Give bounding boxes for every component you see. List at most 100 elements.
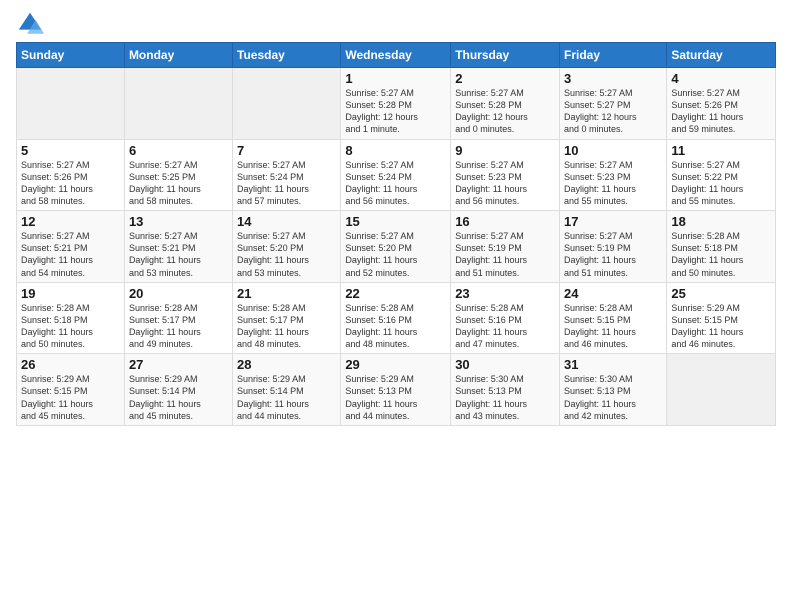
calendar-cell <box>124 68 232 140</box>
day-number: 3 <box>564 71 662 86</box>
day-info: Sunrise: 5:28 AM Sunset: 5:17 PM Dayligh… <box>237 302 336 351</box>
day-info: Sunrise: 5:27 AM Sunset: 5:23 PM Dayligh… <box>564 159 662 208</box>
calendar-cell: 12Sunrise: 5:27 AM Sunset: 5:21 PM Dayli… <box>17 211 125 283</box>
day-number: 19 <box>21 286 120 301</box>
calendar-cell: 26Sunrise: 5:29 AM Sunset: 5:15 PM Dayli… <box>17 354 125 426</box>
day-number: 18 <box>671 214 771 229</box>
calendar-cell: 29Sunrise: 5:29 AM Sunset: 5:13 PM Dayli… <box>341 354 451 426</box>
calendar-cell: 13Sunrise: 5:27 AM Sunset: 5:21 PM Dayli… <box>124 211 232 283</box>
calendar-cell: 17Sunrise: 5:27 AM Sunset: 5:19 PM Dayli… <box>560 211 667 283</box>
calendar-cell: 16Sunrise: 5:27 AM Sunset: 5:19 PM Dayli… <box>451 211 560 283</box>
day-number: 7 <box>237 143 336 158</box>
day-info: Sunrise: 5:27 AM Sunset: 5:28 PM Dayligh… <box>455 87 555 136</box>
day-info: Sunrise: 5:27 AM Sunset: 5:21 PM Dayligh… <box>129 230 228 279</box>
day-number: 31 <box>564 357 662 372</box>
day-info: Sunrise: 5:30 AM Sunset: 5:13 PM Dayligh… <box>455 373 555 422</box>
weekday-header-friday: Friday <box>560 43 667 68</box>
day-info: Sunrise: 5:27 AM Sunset: 5:26 PM Dayligh… <box>671 87 771 136</box>
calendar-week-5: 26Sunrise: 5:29 AM Sunset: 5:15 PM Dayli… <box>17 354 776 426</box>
day-number: 28 <box>237 357 336 372</box>
day-number: 27 <box>129 357 228 372</box>
day-number: 16 <box>455 214 555 229</box>
weekday-header-thursday: Thursday <box>451 43 560 68</box>
day-info: Sunrise: 5:28 AM Sunset: 5:16 PM Dayligh… <box>345 302 446 351</box>
day-info: Sunrise: 5:27 AM Sunset: 5:24 PM Dayligh… <box>345 159 446 208</box>
calendar-cell: 3Sunrise: 5:27 AM Sunset: 5:27 PM Daylig… <box>560 68 667 140</box>
day-number: 20 <box>129 286 228 301</box>
calendar-cell: 5Sunrise: 5:27 AM Sunset: 5:26 PM Daylig… <box>17 139 125 211</box>
calendar-header-row: SundayMondayTuesdayWednesdayThursdayFrid… <box>17 43 776 68</box>
day-info: Sunrise: 5:29 AM Sunset: 5:15 PM Dayligh… <box>21 373 120 422</box>
calendar-week-2: 5Sunrise: 5:27 AM Sunset: 5:26 PM Daylig… <box>17 139 776 211</box>
calendar-cell: 15Sunrise: 5:27 AM Sunset: 5:20 PM Dayli… <box>341 211 451 283</box>
day-number: 23 <box>455 286 555 301</box>
day-info: Sunrise: 5:29 AM Sunset: 5:13 PM Dayligh… <box>345 373 446 422</box>
day-number: 9 <box>455 143 555 158</box>
calendar-cell: 9Sunrise: 5:27 AM Sunset: 5:23 PM Daylig… <box>451 139 560 211</box>
calendar-cell: 27Sunrise: 5:29 AM Sunset: 5:14 PM Dayli… <box>124 354 232 426</box>
calendar-cell: 14Sunrise: 5:27 AM Sunset: 5:20 PM Dayli… <box>233 211 341 283</box>
day-info: Sunrise: 5:28 AM Sunset: 5:18 PM Dayligh… <box>21 302 120 351</box>
logo <box>16 10 48 38</box>
day-info: Sunrise: 5:27 AM Sunset: 5:21 PM Dayligh… <box>21 230 120 279</box>
header <box>16 10 776 38</box>
calendar-cell: 18Sunrise: 5:28 AM Sunset: 5:18 PM Dayli… <box>667 211 776 283</box>
day-info: Sunrise: 5:28 AM Sunset: 5:18 PM Dayligh… <box>671 230 771 279</box>
day-info: Sunrise: 5:28 AM Sunset: 5:16 PM Dayligh… <box>455 302 555 351</box>
day-number: 14 <box>237 214 336 229</box>
weekday-header-monday: Monday <box>124 43 232 68</box>
day-number: 21 <box>237 286 336 301</box>
day-info: Sunrise: 5:30 AM Sunset: 5:13 PM Dayligh… <box>564 373 662 422</box>
calendar-cell <box>17 68 125 140</box>
day-number: 12 <box>21 214 120 229</box>
logo-icon <box>16 10 44 38</box>
calendar-cell: 23Sunrise: 5:28 AM Sunset: 5:16 PM Dayli… <box>451 282 560 354</box>
calendar-cell: 25Sunrise: 5:29 AM Sunset: 5:15 PM Dayli… <box>667 282 776 354</box>
calendar-week-3: 12Sunrise: 5:27 AM Sunset: 5:21 PM Dayli… <box>17 211 776 283</box>
calendar-cell: 28Sunrise: 5:29 AM Sunset: 5:14 PM Dayli… <box>233 354 341 426</box>
calendar-cell: 21Sunrise: 5:28 AM Sunset: 5:17 PM Dayli… <box>233 282 341 354</box>
day-number: 26 <box>21 357 120 372</box>
day-info: Sunrise: 5:29 AM Sunset: 5:14 PM Dayligh… <box>129 373 228 422</box>
day-number: 15 <box>345 214 446 229</box>
day-info: Sunrise: 5:27 AM Sunset: 5:19 PM Dayligh… <box>564 230 662 279</box>
calendar-cell: 7Sunrise: 5:27 AM Sunset: 5:24 PM Daylig… <box>233 139 341 211</box>
calendar-cell: 20Sunrise: 5:28 AM Sunset: 5:17 PM Dayli… <box>124 282 232 354</box>
calendar-cell: 19Sunrise: 5:28 AM Sunset: 5:18 PM Dayli… <box>17 282 125 354</box>
day-number: 29 <box>345 357 446 372</box>
day-info: Sunrise: 5:28 AM Sunset: 5:17 PM Dayligh… <box>129 302 228 351</box>
day-number: 17 <box>564 214 662 229</box>
calendar-week-1: 1Sunrise: 5:27 AM Sunset: 5:28 PM Daylig… <box>17 68 776 140</box>
day-info: Sunrise: 5:27 AM Sunset: 5:20 PM Dayligh… <box>237 230 336 279</box>
day-number: 30 <box>455 357 555 372</box>
day-info: Sunrise: 5:27 AM Sunset: 5:20 PM Dayligh… <box>345 230 446 279</box>
calendar-cell: 24Sunrise: 5:28 AM Sunset: 5:15 PM Dayli… <box>560 282 667 354</box>
calendar-cell: 31Sunrise: 5:30 AM Sunset: 5:13 PM Dayli… <box>560 354 667 426</box>
day-number: 2 <box>455 71 555 86</box>
day-number: 1 <box>345 71 446 86</box>
day-info: Sunrise: 5:27 AM Sunset: 5:25 PM Dayligh… <box>129 159 228 208</box>
calendar-cell: 30Sunrise: 5:30 AM Sunset: 5:13 PM Dayli… <box>451 354 560 426</box>
calendar-cell: 22Sunrise: 5:28 AM Sunset: 5:16 PM Dayli… <box>341 282 451 354</box>
day-info: Sunrise: 5:27 AM Sunset: 5:28 PM Dayligh… <box>345 87 446 136</box>
calendar-cell: 10Sunrise: 5:27 AM Sunset: 5:23 PM Dayli… <box>560 139 667 211</box>
day-info: Sunrise: 5:27 AM Sunset: 5:19 PM Dayligh… <box>455 230 555 279</box>
calendar-week-4: 19Sunrise: 5:28 AM Sunset: 5:18 PM Dayli… <box>17 282 776 354</box>
calendar-cell <box>667 354 776 426</box>
day-number: 13 <box>129 214 228 229</box>
day-number: 6 <box>129 143 228 158</box>
day-info: Sunrise: 5:27 AM Sunset: 5:22 PM Dayligh… <box>671 159 771 208</box>
calendar-table: SundayMondayTuesdayWednesdayThursdayFrid… <box>16 42 776 426</box>
day-number: 24 <box>564 286 662 301</box>
day-number: 8 <box>345 143 446 158</box>
calendar-cell <box>233 68 341 140</box>
day-info: Sunrise: 5:27 AM Sunset: 5:24 PM Dayligh… <box>237 159 336 208</box>
day-number: 10 <box>564 143 662 158</box>
day-info: Sunrise: 5:28 AM Sunset: 5:15 PM Dayligh… <box>564 302 662 351</box>
calendar-cell: 6Sunrise: 5:27 AM Sunset: 5:25 PM Daylig… <box>124 139 232 211</box>
weekday-header-saturday: Saturday <box>667 43 776 68</box>
calendar-cell: 8Sunrise: 5:27 AM Sunset: 5:24 PM Daylig… <box>341 139 451 211</box>
day-number: 22 <box>345 286 446 301</box>
day-number: 25 <box>671 286 771 301</box>
day-number: 4 <box>671 71 771 86</box>
